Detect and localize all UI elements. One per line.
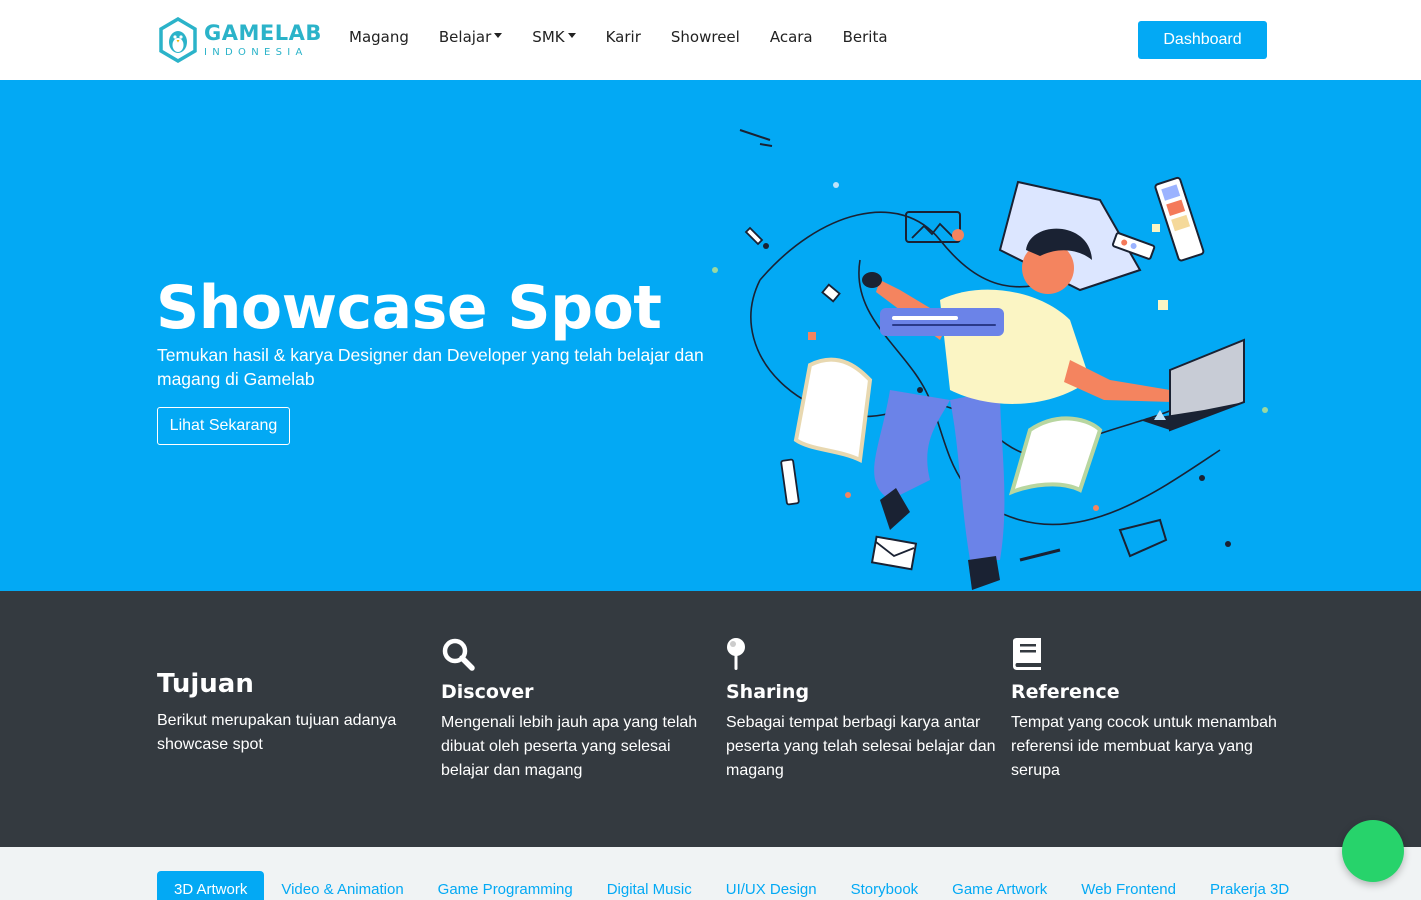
caret-down-icon xyxy=(494,32,503,38)
nav-item-smk[interactable]: SMK xyxy=(532,28,576,46)
hero-title: Showcase Spot xyxy=(156,273,662,343)
goals-title: Tujuan xyxy=(157,669,254,699)
nav-item-karir[interactable]: Karir xyxy=(606,28,641,46)
goals-section: Tujuan Berikut merupakan tujuan adanya s… xyxy=(0,591,1421,847)
hero-subtitle: Temukan hasil & karya Designer dan Devel… xyxy=(157,345,704,389)
nav-item-berita[interactable]: Berita xyxy=(843,28,888,46)
search-icon xyxy=(442,638,475,671)
goal-title: Sharing xyxy=(726,681,810,703)
nav-item-label: Showreel xyxy=(670,28,740,46)
goal-sharing: Sharing Sebagai tempat berbagi karya ant… xyxy=(726,637,996,783)
penguin-logo-icon xyxy=(159,17,197,63)
hero-banner: Showcase Spot Temukan hasil & karya Desi… xyxy=(0,80,1421,591)
see-now-button[interactable]: Lihat Sekarang xyxy=(157,407,290,445)
tab-digital-music[interactable]: Digital Music xyxy=(590,871,709,900)
brand-logo[interactable]: GAMELAB INDONESIA xyxy=(158,16,322,64)
goal-reference: Reference Tempat yang cocok untuk menamb… xyxy=(1011,637,1281,783)
tab-video-animation[interactable]: Video & Animation xyxy=(264,871,420,900)
goal-text: Tempat yang cocok untuk menambah referen… xyxy=(1011,714,1277,779)
top-navbar: GAMELAB INDONESIA Magang Belajar SMK Kar… xyxy=(0,0,1421,80)
nav-item-magang[interactable]: Magang xyxy=(349,28,409,46)
tab-web-frontend[interactable]: Web Frontend xyxy=(1064,871,1193,900)
hero-illustration xyxy=(712,129,1268,590)
nav-item-label: Karir xyxy=(605,28,641,46)
nav-item-acara[interactable]: Acara xyxy=(770,28,813,46)
nav-item-label: Belajar xyxy=(438,28,492,46)
goals-intro: Tujuan Berikut merupakan tujuan adanya s… xyxy=(157,669,417,757)
tab-game-artwork[interactable]: Game Artwork xyxy=(935,871,1064,900)
goal-title: Reference xyxy=(1011,681,1120,703)
category-tabs-section: 3D Artwork Video & Animation Game Progra… xyxy=(0,847,1421,900)
tab-storybook[interactable]: Storybook xyxy=(834,871,936,900)
brand-name: GAMELAB xyxy=(204,20,322,45)
chat-button[interactable] xyxy=(1342,820,1404,882)
nav-item-label: Acara xyxy=(769,28,813,46)
pin-icon xyxy=(727,638,745,670)
brand-subtitle: INDONESIA xyxy=(204,46,308,58)
tab-ui-ux-design[interactable]: UI/UX Design xyxy=(709,871,834,900)
goals-description: Berikut merupakan tujuan adanya showcase… xyxy=(157,712,397,753)
goal-text: Mengenali lebih jauh apa yang telah dibu… xyxy=(441,714,698,779)
tab-game-programming[interactable]: Game Programming xyxy=(421,871,590,900)
nav-item-label: Berita xyxy=(842,28,888,46)
tab-3d-artwork[interactable]: 3D Artwork xyxy=(157,871,265,900)
nav-item-belajar[interactable]: Belajar xyxy=(438,28,503,46)
nav-item-label: SMK xyxy=(532,28,565,46)
goal-title: Discover xyxy=(441,681,534,703)
book-icon xyxy=(1013,638,1041,670)
goal-text: Sebagai tempat berbagi karya antar peser… xyxy=(726,714,996,779)
nav-item-label: Magang xyxy=(349,28,409,46)
dashboard-button[interactable]: Dashboard xyxy=(1138,21,1267,59)
tab-prakerja-3d[interactable]: Prakerja 3D xyxy=(1193,871,1306,900)
category-tabs: 3D Artwork Video & Animation Game Progra… xyxy=(157,871,1306,900)
goal-discover: Discover Mengenali lebih jauh apa yang t… xyxy=(441,637,711,783)
caret-down-icon xyxy=(567,32,576,38)
nav-item-showreel[interactable]: Showreel xyxy=(671,28,740,46)
main-nav: Magang Belajar SMK Karir Showreel Acara … xyxy=(349,28,918,46)
